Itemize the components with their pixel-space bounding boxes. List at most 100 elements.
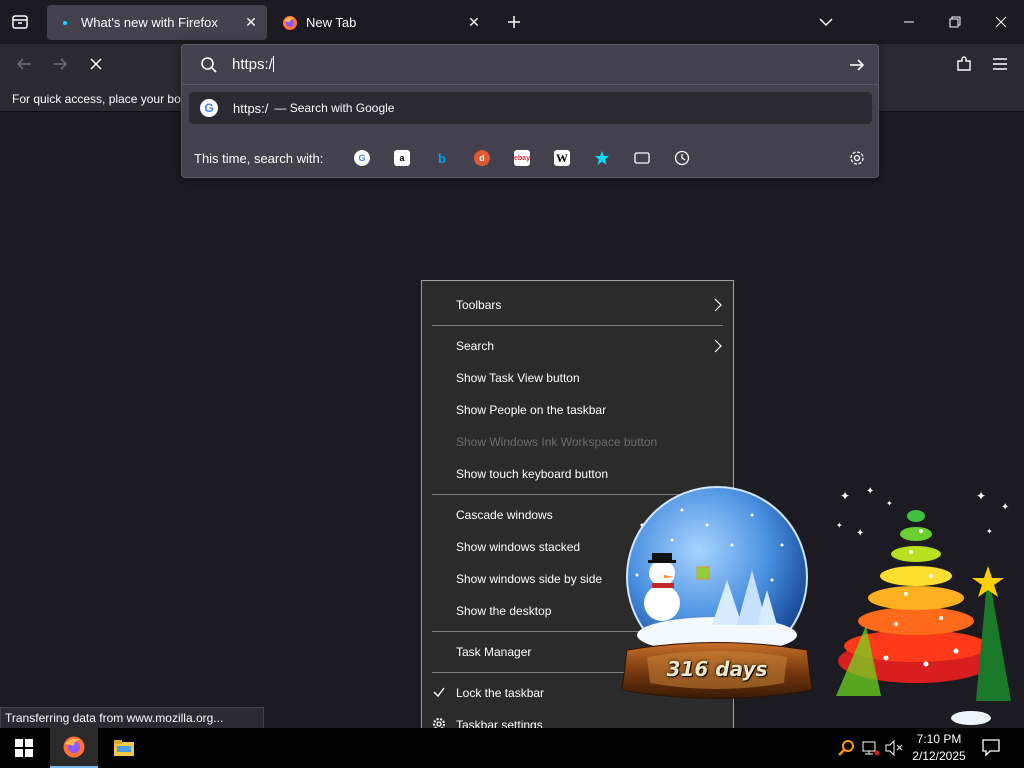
- urlbar-popup: https:/ G https:/ — Search with Google T…: [181, 44, 879, 178]
- firefox-view-icon[interactable]: [8, 10, 32, 34]
- menu-item-people[interactable]: Show People on the taskbar: [422, 394, 733, 426]
- bookmarks-star-icon: [595, 151, 609, 165]
- menu-item-label: Search: [456, 339, 495, 353]
- taskbar-firefox-button[interactable]: [50, 728, 98, 768]
- clock-time: 7:10 PM: [916, 732, 962, 746]
- history-clock-icon: [674, 150, 690, 166]
- minimize-button[interactable]: [886, 0, 932, 44]
- christmas-tree-decoration: ✦ ✦ ✦ ✦ ✦ ✦ ✦ ✦: [826, 486, 1022, 728]
- svg-text:✦: ✦: [840, 489, 850, 503]
- snow-globe-countdown-widget[interactable]: 316 days: [612, 485, 822, 705]
- menu-item-label: Show the desktop: [456, 604, 552, 618]
- menu-item-label: Lock the taskbar: [456, 686, 545, 700]
- chevron-right-icon: [714, 298, 722, 312]
- tab-strip: What's new with Firefox ✕ New Tab ✕: [0, 0, 1024, 44]
- search-settings-gear-icon[interactable]: [848, 149, 866, 167]
- menu-item-task-view[interactable]: Show Task View button: [422, 362, 733, 394]
- days-countdown-label: 316 days: [666, 657, 768, 681]
- tabs-icon: [634, 152, 650, 164]
- status-panel: Transferring data from www.mozilla.org..…: [0, 707, 264, 729]
- back-button[interactable]: [12, 52, 36, 76]
- menu-item-label: Toolbars: [456, 298, 502, 312]
- taskbar: 7:10 PM 2/12/2025: [0, 728, 1024, 768]
- search-icon: [200, 56, 218, 74]
- menu-hamburger-icon[interactable]: [988, 52, 1012, 76]
- close-window-button[interactable]: [978, 0, 1024, 44]
- tab-label: New Tab: [306, 15, 357, 30]
- list-all-tabs-chevron-down-icon[interactable]: [814, 10, 838, 34]
- close-tab-icon[interactable]: ✕: [462, 11, 486, 35]
- menu-item-label: Task Manager: [456, 645, 532, 659]
- system-clock[interactable]: 7:10 PM 2/12/2025: [906, 731, 972, 765]
- history-search-button[interactable]: [662, 144, 702, 172]
- one-off-label: This time, search with:: [194, 150, 324, 166]
- windows-logo-icon: [15, 739, 33, 757]
- one-off-search-buttons: This time, search with: G a b d ebay W: [182, 139, 878, 177]
- close-tab-icon[interactable]: ✕: [239, 11, 263, 35]
- firefox-icon: [63, 736, 85, 758]
- menu-item-label: Cascade windows: [456, 508, 553, 522]
- google-icon: G: [200, 99, 218, 117]
- menu-item-label: Show touch keyboard button: [456, 467, 609, 481]
- tab-new-tab[interactable]: New Tab ✕: [272, 5, 490, 40]
- svg-text:✦: ✦: [976, 489, 986, 503]
- network-icon[interactable]: [861, 738, 881, 758]
- svg-text:✦: ✦: [1001, 502, 1009, 513]
- bookmarks-search-button[interactable]: [582, 144, 622, 172]
- extensions-icon[interactable]: [952, 52, 976, 76]
- restore-button[interactable]: [932, 0, 978, 44]
- suggestion-text: https:/: [233, 100, 269, 116]
- google-engine-button[interactable]: G: [342, 144, 382, 172]
- tab-label: What's new with Firefox: [81, 15, 218, 30]
- bookmarks-empty-message: For quick access, place your boo: [12, 92, 182, 106]
- menu-item-ink-workspace: Show Windows Ink Workspace button: [422, 426, 733, 458]
- menu-separator: [432, 325, 723, 326]
- checkmark-icon: [433, 687, 445, 698]
- svg-text:✦: ✦: [886, 499, 893, 508]
- folder-icon: [114, 740, 134, 756]
- new-tab-button[interactable]: [502, 10, 526, 34]
- menu-item-label: Show windows stacked: [456, 540, 581, 554]
- amazon-engine-button[interactable]: a: [382, 144, 422, 172]
- menu-item-label: Show People on the taskbar: [456, 403, 607, 417]
- go-arrow-icon[interactable]: [848, 56, 866, 74]
- urlbar-input-row[interactable]: https:/: [182, 45, 878, 85]
- forward-button[interactable]: [48, 52, 72, 76]
- menu-item-toolbars[interactable]: Toolbars: [422, 289, 733, 321]
- search-suggestion[interactable]: G https:/ — Search with Google: [189, 92, 872, 124]
- duckduckgo-engine-button[interactable]: d: [462, 144, 502, 172]
- magnifier-tray-icon[interactable]: [836, 738, 856, 758]
- svg-text:✦: ✦: [856, 528, 864, 539]
- wikipedia-icon: W: [554, 150, 570, 166]
- svg-text:✦: ✦: [866, 486, 874, 497]
- stop-button[interactable]: [84, 52, 108, 76]
- duckduckgo-icon: d: [474, 150, 490, 166]
- firefox-icon: [282, 15, 298, 31]
- chevron-right-icon: [714, 339, 722, 353]
- amazon-icon: a: [394, 150, 410, 166]
- text-caret: [272, 56, 274, 72]
- ebay-icon: ebay: [514, 150, 530, 166]
- start-button[interactable]: [0, 728, 48, 768]
- wikipedia-engine-button[interactable]: W: [542, 144, 582, 172]
- action-center-icon[interactable]: [980, 736, 1004, 760]
- loading-icon: [57, 15, 73, 31]
- menu-item-label: Show windows side by side: [456, 572, 603, 586]
- url-input[interactable]: https:/: [232, 56, 274, 73]
- tab-whats-new[interactable]: What's new with Firefox ✕: [47, 5, 267, 40]
- ebay-engine-button[interactable]: ebay: [502, 144, 542, 172]
- google-icon: G: [354, 150, 370, 166]
- taskbar-file-explorer-button[interactable]: [100, 728, 148, 768]
- url-input-value: https:/: [232, 56, 273, 73]
- tabs-search-button[interactable]: [622, 144, 662, 172]
- suggestion-action: — Search with Google: [274, 101, 395, 115]
- bing-engine-button[interactable]: b: [422, 144, 462, 172]
- menu-item-search[interactable]: Search: [422, 330, 733, 362]
- clock-date: 2/12/2025: [912, 749, 966, 763]
- menu-item-label: Show Task View button: [456, 371, 580, 385]
- bing-icon: b: [438, 150, 446, 166]
- svg-text:✦: ✦: [836, 521, 843, 530]
- menu-item-label: Show Windows Ink Workspace button: [456, 435, 658, 449]
- volume-muted-icon[interactable]: [884, 738, 904, 758]
- svg-text:✦: ✦: [986, 527, 993, 536]
